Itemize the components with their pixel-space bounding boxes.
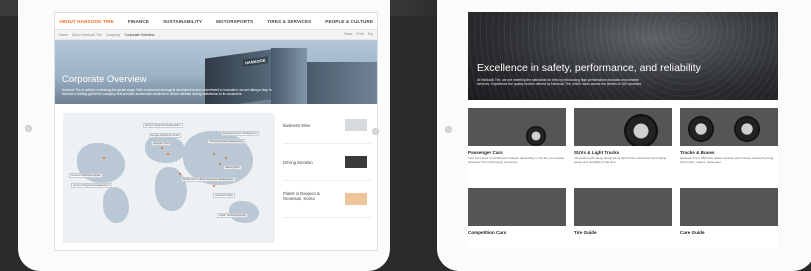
- wheel-icon: [624, 114, 658, 146]
- tablet-right: Excellence in safety, performance, and r…: [437, 0, 811, 271]
- sidebar-card-thumbnail: [345, 119, 367, 131]
- tile-image: [574, 188, 672, 226]
- hero-description: At Hankook Tire, we are rewriting the st…: [477, 78, 643, 87]
- continent-australia: [229, 201, 259, 223]
- tile-image: [468, 108, 566, 146]
- tile-image: [680, 188, 778, 226]
- location-marker[interactable]: [225, 157, 227, 159]
- map-label: Middle East & Africa Regional Headquarte…: [181, 177, 236, 182]
- location-marker[interactable]: [161, 147, 163, 149]
- share-button[interactable]: Share: [343, 32, 352, 36]
- hero-banner: HANKOOK Corporate Overview Hankook Tire …: [55, 40, 377, 104]
- tile-image: [680, 108, 778, 146]
- main-content: Europe Regional Headquarters Europe Tech…: [55, 105, 377, 250]
- nav-people-culture[interactable]: PEOPLE & CULTURE: [325, 19, 373, 24]
- map-label: China Regional Headquarters: [207, 139, 246, 144]
- category-grid: Passenger Cars Your car's level of confi…: [468, 108, 778, 249]
- tile-competition-cars[interactable]: Competition Cars: [468, 188, 566, 235]
- wheel-icon: [526, 126, 546, 146]
- top-button[interactable]: Top: [368, 32, 373, 36]
- building-image: [271, 48, 307, 104]
- location-marker[interactable]: [179, 173, 181, 175]
- screen-tires-services: Excellence in safety, performance, and r…: [468, 12, 778, 249]
- camera-icon: [445, 126, 452, 133]
- location-marker[interactable]: [213, 185, 215, 187]
- location-marker[interactable]: [167, 153, 169, 155]
- nav-finance[interactable]: FINANCE: [128, 19, 149, 24]
- tile-suvs-light-trucks[interactable]: SUVs & Light Trucks Innovative technolog…: [574, 108, 672, 165]
- tile-title: SUVs & Light Trucks: [574, 150, 620, 155]
- water-droplets-image: [468, 12, 778, 100]
- map-label: Jiaxing Plant: [223, 165, 242, 170]
- camera-icon: [372, 128, 379, 135]
- wheel-icon: [734, 116, 760, 142]
- breadcrumb: Home About Hankook Tire Company Corporat…: [55, 30, 377, 40]
- location-marker[interactable]: [219, 163, 221, 165]
- tile-title: Tire Guide: [574, 230, 597, 235]
- home-button-icon: [25, 125, 32, 132]
- breadcrumb-about[interactable]: About Hankook Tire: [72, 33, 102, 37]
- breadcrumb-company[interactable]: Company: [106, 33, 121, 37]
- tile-tire-guide[interactable]: Tire Guide: [574, 188, 672, 235]
- page-tools: Share Print Top: [343, 32, 373, 36]
- tile-title: Care Guide: [680, 230, 705, 235]
- sidebar-card-thumbnail: [345, 156, 367, 168]
- tile-passenger-cars[interactable]: Passenger Cars Your car's level of confi…: [468, 108, 566, 165]
- map-label: Europe Regional Headquarters: [143, 123, 183, 128]
- map-label: Hungary Plant: [151, 141, 172, 146]
- hero-description: Hankook Tire is actively embracing the g…: [62, 88, 272, 97]
- sidebar-card-thumbnail: [345, 193, 367, 205]
- hero-banner: Excellence in safety, performance, and r…: [468, 12, 778, 100]
- tile-title: Competition Cars: [468, 230, 507, 235]
- tablet-left: ABOUT HANKOOK TIRE FINANCE SUSTAINABILIT…: [18, 0, 390, 271]
- building-image: [307, 62, 377, 104]
- breadcrumb-home[interactable]: Home: [59, 33, 68, 37]
- continent-africa: [155, 167, 187, 211]
- sidebar-card-label: Business Wise: [283, 123, 311, 128]
- tile-title: Passenger Cars: [468, 150, 503, 155]
- location-marker[interactable]: [213, 153, 215, 155]
- tile-description: Your car's level of confidence changes d…: [468, 156, 566, 164]
- tile-title: Trucks & Buses: [680, 150, 715, 155]
- nav-about[interactable]: ABOUT HANKOOK TIRE: [59, 19, 114, 24]
- continent-europe: [145, 135, 185, 163]
- top-navigation: ABOUT HANKOOK TIRE FINANCE SUSTAINABILIT…: [55, 13, 377, 30]
- hero-title: Excellence in safety, performance, and r…: [477, 62, 701, 74]
- tile-care-guide[interactable]: Care Guide: [680, 188, 778, 235]
- sidebar-card-label: Driving Emotion: [283, 160, 313, 165]
- page-title: Corporate Overview: [62, 74, 147, 85]
- location-marker[interactable]: [103, 157, 105, 159]
- tile-trucks-buses[interactable]: Trucks & Buses Hankook Tire's TBR tires …: [680, 108, 778, 165]
- screen-corporate-overview: ABOUT HANKOOK TIRE FINANCE SUSTAINABILIT…: [54, 12, 378, 251]
- continent-south-america: [103, 187, 129, 223]
- sidebar-card-business-wise[interactable]: Business Wise: [283, 113, 371, 144]
- sidebar: Business Wise Driving Emotion Plants in …: [283, 113, 371, 224]
- map-label: Europe Technical Center: [149, 133, 182, 138]
- nav-motorsports[interactable]: MOTORSPORTS: [216, 19, 253, 24]
- wheel-icon: [688, 116, 714, 142]
- tile-description: Innovative technology designed for light…: [574, 156, 667, 164]
- sidebar-card-plants[interactable]: Plants in Daejeon & Geumsan, Korea: [283, 187, 371, 218]
- sidebar-card-driving-emotion[interactable]: Driving Emotion: [283, 150, 371, 181]
- tile-image: [468, 188, 566, 226]
- nav-sustainability[interactable]: SUSTAINABILITY: [163, 19, 202, 24]
- map-label: America Regional Headquarters: [71, 183, 112, 188]
- world-map: Europe Regional Headquarters Europe Tech…: [63, 113, 275, 243]
- map-label: Japan Technical Center: [217, 213, 249, 218]
- nav-tires-services[interactable]: TIRES & SERVICES: [267, 19, 311, 24]
- breadcrumb-current: Corporate Overview: [124, 32, 155, 37]
- sidebar-card-label: Plants in Daejeon & Geumsan, Korea: [283, 191, 320, 201]
- map-label: Korea Regional Headquarters: [221, 131, 260, 136]
- tile-description: Hankook Tire's TBR tires deliver optimal…: [680, 156, 775, 164]
- map-label: Indonesia Plant: [213, 193, 235, 198]
- map-label: America Technical Center: [69, 173, 103, 178]
- tile-image: [574, 108, 672, 146]
- print-button[interactable]: Print: [357, 32, 364, 36]
